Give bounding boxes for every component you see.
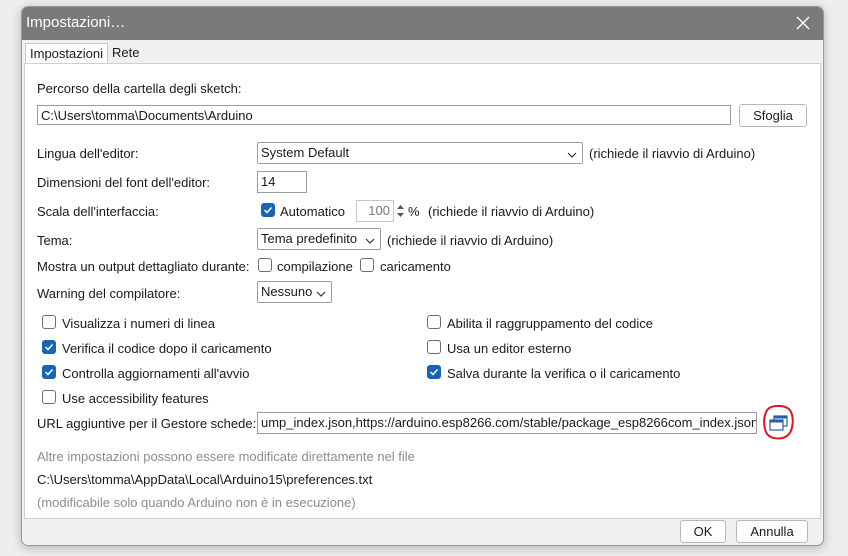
- theme-select[interactable]: Tema predefinito: [257, 228, 381, 250]
- dialog-footer: OK Annulla: [22, 517, 823, 545]
- save-on-verify-checkbox[interactable]: [427, 365, 441, 379]
- accessibility-checkbox[interactable]: [42, 390, 56, 404]
- cancel-button[interactable]: Annulla: [736, 520, 808, 543]
- verify-after-upload-checkbox[interactable]: [42, 340, 56, 354]
- verify-after-upload-label: Verifica il codice dopo il caricamento: [62, 341, 272, 356]
- ok-button[interactable]: OK: [680, 520, 726, 543]
- check-updates-checkbox[interactable]: [42, 365, 56, 379]
- theme-selected: Tema predefinito: [261, 231, 358, 246]
- external-editor-checkbox[interactable]: [427, 340, 441, 354]
- code-folding-checkbox[interactable]: [427, 315, 441, 329]
- theme-label: Tema:: [37, 233, 73, 248]
- scale-auto-checkbox[interactable]: [261, 203, 275, 217]
- language-selected: System Default: [261, 145, 350, 160]
- font-size-label: Dimensioni del font dell'editor:: [37, 175, 211, 190]
- line-numbers-checkbox[interactable]: [42, 315, 56, 329]
- code-folding-label: Abilita il raggruppamento del codice: [447, 316, 653, 331]
- scale-label: Scala dell'interfaccia:: [37, 204, 159, 219]
- font-size-field[interactable]: 14: [257, 171, 307, 193]
- tab-settings[interactable]: Impostazioni: [25, 43, 108, 64]
- external-editor-label: Usa un editor esterno: [447, 341, 572, 356]
- more-prefs-note: Altre impostazioni possono essere modifi…: [37, 449, 415, 464]
- scale-spinner[interactable]: [394, 201, 407, 221]
- sketchbook-label: Percorso della cartella degli sketch:: [37, 81, 242, 96]
- edit-when-closed-note: (modificabile solo quando Arduino non è …: [37, 495, 356, 510]
- open-list-window-icon[interactable]: [762, 403, 794, 441]
- warnings-select[interactable]: Nessuno: [257, 281, 332, 303]
- verbose-upload-checkbox[interactable]: [360, 258, 374, 272]
- accessibility-label: Use accessibility features: [62, 391, 209, 406]
- sketchbook-path-field[interactable]: C:\Users\tomma\Documents\Arduino: [37, 105, 731, 125]
- preferences-dialog: Impostazioni… Impostazioni Rete Percorso…: [21, 6, 824, 546]
- settings-panel: Percorso della cartella degli sketch: C:…: [24, 63, 821, 519]
- preferences-file-path: C:\Users\tomma\AppData\Local\Arduino15\p…: [37, 472, 373, 487]
- save-on-verify-label: Salva durante la verifica o il caricamen…: [447, 366, 681, 381]
- board-urls-label: URL aggiuntive per il Gestore schede:: [37, 416, 257, 431]
- scale-restart-note: (richiede il riavvio di Arduino): [428, 204, 595, 219]
- chevron-down-icon: [364, 233, 376, 245]
- language-select[interactable]: System Default: [257, 142, 583, 164]
- theme-restart-note: (richiede il riavvio di Arduino): [387, 233, 554, 248]
- scale-unit: %: [408, 204, 420, 219]
- warnings-label: Warning del compilatore:: [37, 286, 181, 301]
- tab-network[interactable]: Rete: [108, 43, 143, 63]
- verbose-compile-checkbox[interactable]: [258, 258, 272, 272]
- chevron-down-icon: [315, 286, 327, 298]
- language-label: Lingua dell'editor:: [37, 146, 139, 161]
- tab-bar: Impostazioni Rete: [22, 40, 823, 64]
- warnings-selected: Nessuno: [261, 284, 313, 299]
- verbose-compile-label: compilazione: [277, 259, 353, 274]
- check-updates-label: Controlla aggiornamenti all'avvio: [62, 366, 250, 381]
- chevron-down-icon: [566, 147, 578, 159]
- close-icon[interactable]: [793, 13, 813, 33]
- board-urls-field[interactable]: ump_index.json,https://arduino.esp8266.c…: [257, 412, 757, 434]
- title-bar: Impostazioni…: [22, 7, 823, 40]
- language-restart-note: (richiede il riavvio di Arduino): [589, 146, 756, 161]
- verbose-label: Mostra un output dettagliato durante:: [37, 259, 250, 274]
- window-title: Impostazioni…: [26, 14, 126, 31]
- scale-auto-label: Automatico: [280, 204, 346, 219]
- scale-value-field[interactable]: 100: [356, 200, 394, 222]
- browse-button[interactable]: Sfoglia: [739, 104, 807, 127]
- verbose-upload-label: caricamento: [380, 259, 451, 274]
- line-numbers-label: Visualizza i numeri di linea: [62, 316, 215, 331]
